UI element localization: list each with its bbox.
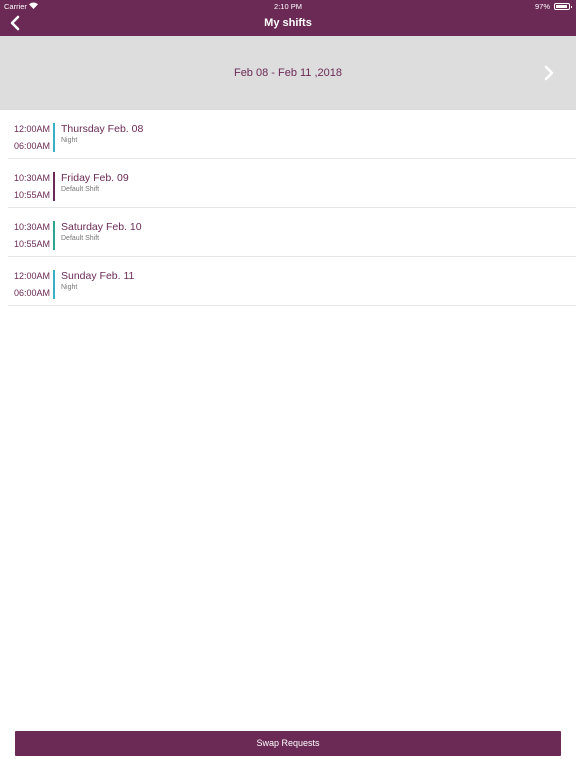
shift-type: Night <box>61 284 78 291</box>
shift-color-bar <box>53 123 55 152</box>
shift-row[interactable]: 12:00AM 06:00AM Thursday Feb. 08 Night <box>8 110 576 159</box>
shift-day: Sunday Feb. 11 <box>61 270 135 282</box>
shift-list: 12:00AM 06:00AM Thursday Feb. 08 Night 1… <box>0 110 576 306</box>
page-title: My shifts <box>264 17 312 29</box>
shift-type: Default Shift <box>61 235 100 242</box>
shift-day: Thursday Feb. 08 <box>61 123 144 135</box>
shift-start-time: 10:30AM <box>14 222 51 232</box>
week-selector: Feb 08 - Feb 11 ,2018 <box>0 36 576 110</box>
shift-start-time: 12:00AM <box>14 271 51 281</box>
shift-color-bar <box>53 270 55 299</box>
shift-color-bar <box>53 221 55 250</box>
shift-type: Night <box>61 137 78 144</box>
battery-icon <box>554 3 572 10</box>
shift-start-time: 10:30AM <box>14 173 51 183</box>
next-week-button[interactable] <box>542 64 556 82</box>
shift-end-time: 06:00AM <box>14 288 51 298</box>
shift-day: Friday Feb. 09 <box>61 172 129 184</box>
shift-end-time: 10:55AM <box>14 190 51 200</box>
status-bar: Carrier 2:10 PM 97% <box>0 0 576 12</box>
status-time: 2:10 PM <box>274 2 302 11</box>
week-range-label: Feb 08 - Feb 11 ,2018 <box>233 67 343 79</box>
swap-requests-button[interactable]: Swap Requests <box>15 731 561 756</box>
shift-color-bar <box>53 172 55 201</box>
shift-row[interactable]: 10:30AM 10:55AM Friday Feb. 09 Default S… <box>8 159 576 208</box>
shift-day: Saturday Feb. 10 <box>61 221 142 233</box>
shift-start-time: 12:00AM <box>14 124 51 134</box>
shift-type: Default Shift <box>61 186 100 193</box>
battery-percentage: 97% <box>534 2 550 11</box>
shift-row[interactable]: 10:30AM 10:55AM Saturday Feb. 10 Default… <box>8 208 576 257</box>
navigation-bar: Carrier 2:10 PM 97% My shifts <box>0 0 576 36</box>
shift-end-time: 10:55AM <box>14 239 51 249</box>
chevron-right-icon <box>544 65 554 81</box>
shift-end-time: 06:00AM <box>14 141 51 151</box>
shift-row[interactable]: 12:00AM 06:00AM Sunday Feb. 11 Night <box>8 257 576 306</box>
